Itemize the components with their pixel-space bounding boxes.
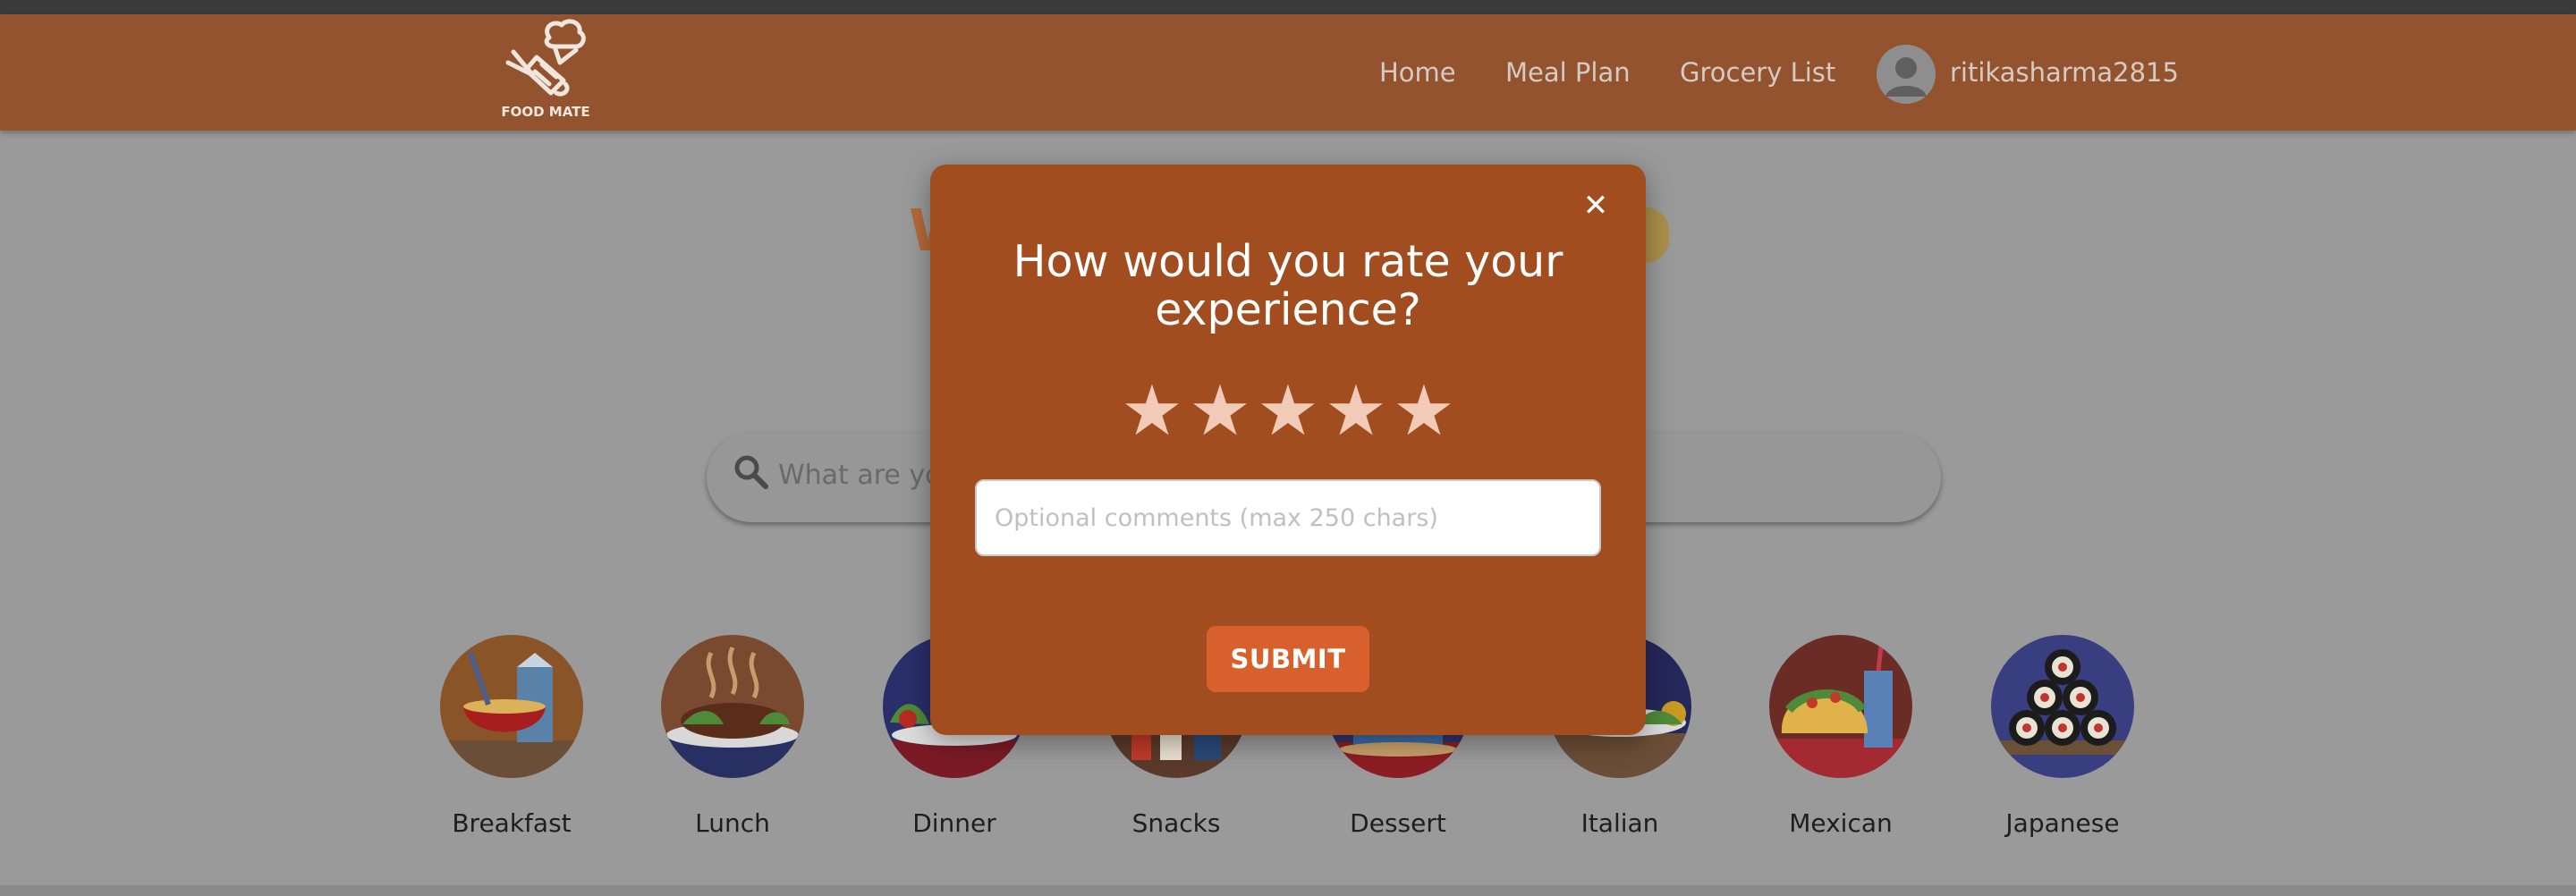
browser-top-strip [0,0,2576,14]
nav-home-link[interactable]: Home [1379,57,1456,88]
user-avatar-icon [1877,45,1936,104]
star-icon[interactable]: ★ [1322,376,1390,447]
rating-modal: ✕ How would you rate your experience? ★★… [930,165,1646,735]
breakfast-image [440,635,583,778]
page-bottom-bar [0,885,2576,896]
category-label: Dinner [912,808,996,838]
category-lunch[interactable]: Lunch [657,635,809,838]
chef-hat-logo-icon [505,19,586,97]
search-icon [734,455,768,489]
nav-grocery-list-link[interactable]: Grocery List [1680,57,1835,88]
category-breakfast[interactable]: Breakfast [436,635,588,838]
star-icon[interactable]: ★ [1118,376,1186,447]
lunch-image [661,635,804,778]
star-icon[interactable]: ★ [1390,376,1458,447]
user-avatar[interactable] [1877,45,1936,104]
category-label: Japanese [2005,808,2120,838]
category-label: Italian [1580,808,1659,838]
category-mexican[interactable]: Mexican [1765,635,1917,838]
close-icon[interactable]: ✕ [1581,190,1610,221]
star-rating: ★★★★★ [930,376,1646,447]
category-japanese[interactable]: Japanese [1987,635,2139,838]
modal-title: How would you rate your experience? [1013,236,1563,335]
japanese-image [1991,635,2134,778]
category-label: Mexican [1789,808,1893,838]
category-label: Snacks [1131,808,1221,838]
category-label: Dessert [1350,808,1446,838]
username-link[interactable]: ritikasharma2815 [1950,57,2179,88]
food-mate-logo[interactable]: FOOD MATE [501,18,590,123]
logo-text: FOOD MATE [501,104,590,120]
comment-input[interactable] [975,479,1601,556]
navbar: FOOD MATE Home Meal Plan Grocery List ri… [0,14,2576,131]
star-icon[interactable]: ★ [1186,376,1254,447]
heading-decoration-icon [1646,207,1669,263]
category-label: Breakfast [452,808,572,838]
mexican-image [1769,635,1912,778]
category-label: Lunch [695,808,770,838]
nav-meal-plan-link[interactable]: Meal Plan [1505,57,1631,88]
star-icon[interactable]: ★ [1254,376,1322,447]
submit-button[interactable]: SUBMIT [1207,626,1369,692]
